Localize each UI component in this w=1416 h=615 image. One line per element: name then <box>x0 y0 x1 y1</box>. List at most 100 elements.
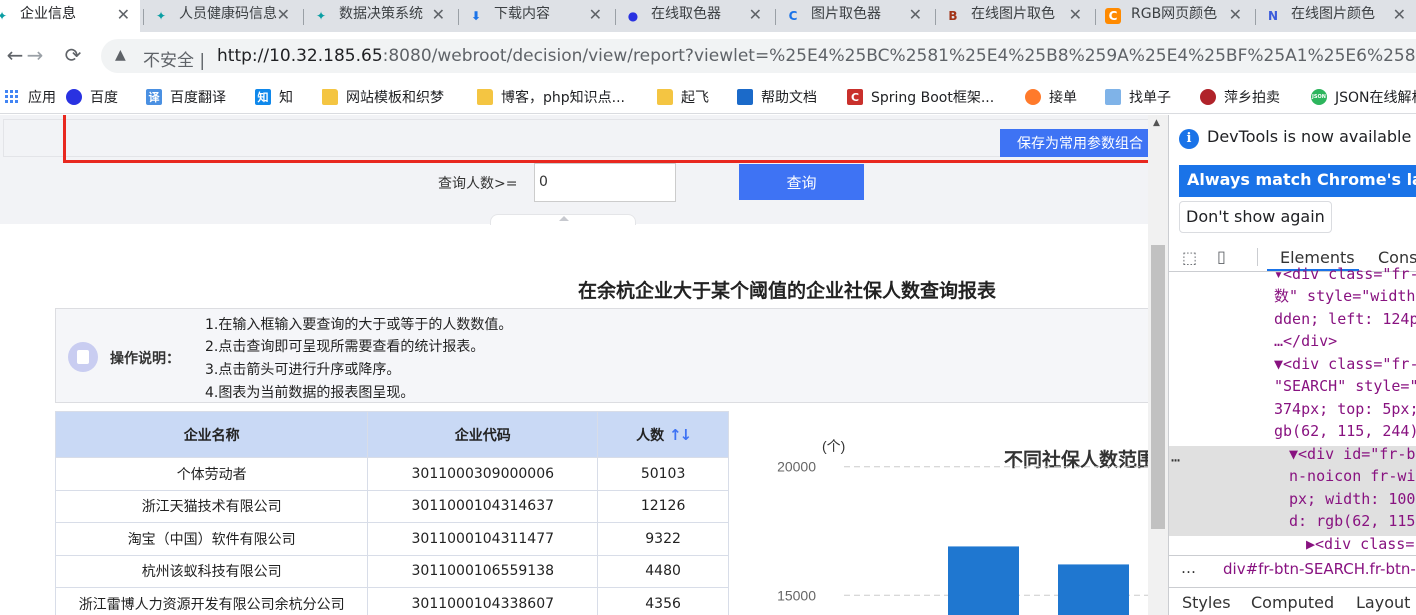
close-tab-icon[interactable]: ✕ <box>1229 6 1242 24</box>
tab-title: 在线取色器 <box>651 6 721 22</box>
y-tick-label: 15000 <box>777 587 816 603</box>
tab-styles[interactable]: Styles <box>1182 593 1231 612</box>
bookmark-item[interactable]: 知知 <box>255 87 293 107</box>
close-tab-icon[interactable]: ✕ <box>749 6 762 24</box>
query-count-input[interactable]: 0 <box>534 163 676 202</box>
bookmark-label: 接单 <box>1049 90 1077 106</box>
bookmark-label: 百度 <box>90 90 118 106</box>
instructions-panel: 操作说明： 1.在输入框输入要查询的大于或等于的人数数值。 2.点击查询即可呈现… <box>55 308 1168 403</box>
bookmark-label: JSON在线解析 <box>1335 90 1416 106</box>
scrollbar-thumb[interactable] <box>1151 245 1165 529</box>
close-tab-icon[interactable]: ✕ <box>589 6 602 24</box>
bookmark-item[interactable]: 应用 <box>4 87 56 107</box>
tab-separator <box>775 9 776 25</box>
reload-button[interactable]: ⟳ <box>58 40 88 70</box>
tab-layout[interactable]: Layout <box>1356 593 1410 612</box>
warning-icon[interactable]: ▲ <box>115 47 126 63</box>
sort-arrows-icon[interactable]: ↑↓ <box>669 426 692 444</box>
scroll-up-icon[interactable]: ▲ <box>1153 118 1160 128</box>
dom-node-line[interactable]: ▶<div class= <box>1306 533 1414 556</box>
doc-icon <box>737 89 753 105</box>
bookmark-item[interactable]: C Spring Boot框架... <box>847 87 994 107</box>
tab-5[interactable]: ● 在线取色器 ✕ <box>617 0 772 32</box>
col-header-name: 企业名称 <box>54 411 369 458</box>
bookmark-label: 帮助文档 <box>761 90 817 106</box>
dom-node-line[interactable]: n-noicon fr-wi <box>1289 465 1415 488</box>
dom-node-line[interactable]: 374px; top: 5px; <box>1274 398 1416 421</box>
bookmark-item[interactable]: 萍乡拍卖 <box>1200 87 1280 107</box>
auction-icon <box>1200 89 1216 105</box>
address-bar[interactable]: ▲ 不安全 | http://10.32.185.65:8080/webroot… <box>101 39 1416 73</box>
dom-node-line[interactable]: "SEARCH" style=" <box>1274 375 1416 398</box>
dom-node-line[interactable]: gb(62, 115, 244) <box>1274 420 1416 443</box>
tab-8[interactable]: C RGB网页颜色 ✕ <box>1097 0 1252 32</box>
apps-icon <box>4 89 20 105</box>
dom-node-line[interactable]: ▾<div class="fr- <box>1274 263 1416 286</box>
url-text[interactable]: http://10.32.185.65:8080/webroot/decisio… <box>217 46 1416 66</box>
tab-7[interactable]: B 在线图片取色 ✕ <box>937 0 1092 32</box>
leaf-icon: ✦ <box>155 9 167 23</box>
dom-node-line[interactable]: dden; left: 124p <box>1274 308 1416 331</box>
tab-9[interactable]: N 在线图片颜色 ✕ <box>1257 0 1416 32</box>
tab-2[interactable]: ✦ 人员健康码信息 ✕ <box>145 0 300 32</box>
bookmark-item[interactable]: 译百度翻译 <box>146 87 226 107</box>
instruction-line: 1.在输入框输入要查询的大于或等于的人数数值。 <box>205 317 513 333</box>
tab-1[interactable]: ✦ 企业信息 ✕ <box>0 0 140 32</box>
tab-title: 数据决策系统 <box>339 6 423 22</box>
close-tab-icon[interactable]: ✕ <box>277 6 290 24</box>
close-tab-icon[interactable]: ✕ <box>1069 6 1082 24</box>
instruction-line: 4.图表为当前数据的报表图呈现。 <box>205 385 415 401</box>
close-tab-icon[interactable]: ✕ <box>909 6 922 24</box>
bookmark-item[interactable]: 帮助文档 <box>737 87 817 107</box>
close-tab-icon[interactable]: ✕ <box>117 6 130 24</box>
report-page: 保存为常用参数组合 查询人数>= 0 查询 在余杭企业大于某个阈值的企业社保人数… <box>0 115 1168 615</box>
bookmark-item[interactable]: 网站模板和织梦 <box>322 87 444 107</box>
dom-node-line[interactable]: …</div> <box>1274 330 1337 353</box>
report-title: 在余杭企业大于某个阈值的企业社保人数查询报表 <box>578 280 997 302</box>
inspect-icon[interactable]: ⬚ <box>1182 248 1197 267</box>
dom-node-line[interactable]: ▼<div id="fr-b <box>1289 443 1415 466</box>
page-scrollbar[interactable]: ▲ <box>1148 115 1168 615</box>
dom-node-line[interactable]: 数" style="width <box>1274 285 1415 308</box>
count-cell: 12126 <box>597 489 729 523</box>
instruction-line: 3.点击箭头可进行升序或降序。 <box>205 362 401 378</box>
json-icon: JSON <box>1311 89 1327 105</box>
instruction-line: 2.点击查询即可呈现所需要查看的统计报表。 <box>205 339 485 355</box>
dont-show-again-button[interactable]: Don't show again <box>1179 201 1332 233</box>
tab-computed[interactable]: Computed <box>1251 593 1334 612</box>
tab-6[interactable]: C 图片取色器 ✕ <box>777 0 932 32</box>
orange-face-icon <box>1025 89 1041 105</box>
bookmark-item[interactable]: 找单子 <box>1105 87 1171 107</box>
breadcrumb-more-icon[interactable]: … <box>1181 559 1196 577</box>
query-button[interactable]: 查询 <box>739 164 864 200</box>
bookmark-item[interactable]: 百度 <box>66 87 118 107</box>
node-more-icon[interactable]: ⋯ <box>1171 449 1180 472</box>
col-header-count[interactable]: 人数 ↑↓ <box>597 411 729 458</box>
bookmark-item[interactable]: 接单 <box>1025 87 1077 107</box>
bookmark-item[interactable]: 起飞 <box>657 87 709 107</box>
browser-toolbar: ← → ⟳ ▲ 不安全 | http://10.32.185.65:8080/w… <box>0 32 1416 78</box>
match-language-button[interactable]: Always match Chrome's language <box>1179 165 1416 197</box>
tab-4[interactable]: ⬇ 下载内容 ✕ <box>460 0 612 32</box>
download-icon: ⬇ <box>470 9 482 23</box>
company-code-cell: 3011000104314637 <box>367 489 599 523</box>
devtools-info-text: DevTools is now available in Chinese <box>1207 127 1416 146</box>
bookmark-item[interactable]: 博客，php知识点... <box>477 87 625 107</box>
bookmark-item[interactable]: JSON JSON在线解析 <box>1311 87 1416 107</box>
dom-node-line[interactable]: ▼<div class="fr- <box>1274 353 1416 376</box>
chart-title: 不同社保人数范围 <box>1004 448 1148 471</box>
dom-breadcrumb: … div#fr-btn-SEARCH.fr-btn- <box>1169 555 1416 585</box>
tab-3[interactable]: ✦ 数据决策系统 ✕ <box>305 0 455 32</box>
breadcrumb-item[interactable]: div#fr-btn-SEARCH.fr-btn- <box>1223 560 1416 578</box>
dom-node-line[interactable]: d: rgb(62, 115 <box>1289 510 1415 533</box>
table-row: 个体劳动者 3011000309000006 50103 <box>54 457 729 491</box>
tree-icon: ✦ <box>0 9 8 23</box>
company-name-cell: 杭州该蚁科技有限公司 <box>54 554 369 588</box>
collapse-panel-toggle[interactable] <box>490 214 636 225</box>
dom-node-line[interactable]: px; width: 100 <box>1289 488 1415 511</box>
forward-button[interactable]: → <box>20 40 50 70</box>
bookmark-label: 知 <box>279 90 293 106</box>
device-toggle-icon[interactable]: ▯ <box>1217 247 1226 266</box>
close-tab-icon[interactable]: ✕ <box>432 6 445 24</box>
close-tab-icon[interactable]: ✕ <box>1393 6 1406 24</box>
